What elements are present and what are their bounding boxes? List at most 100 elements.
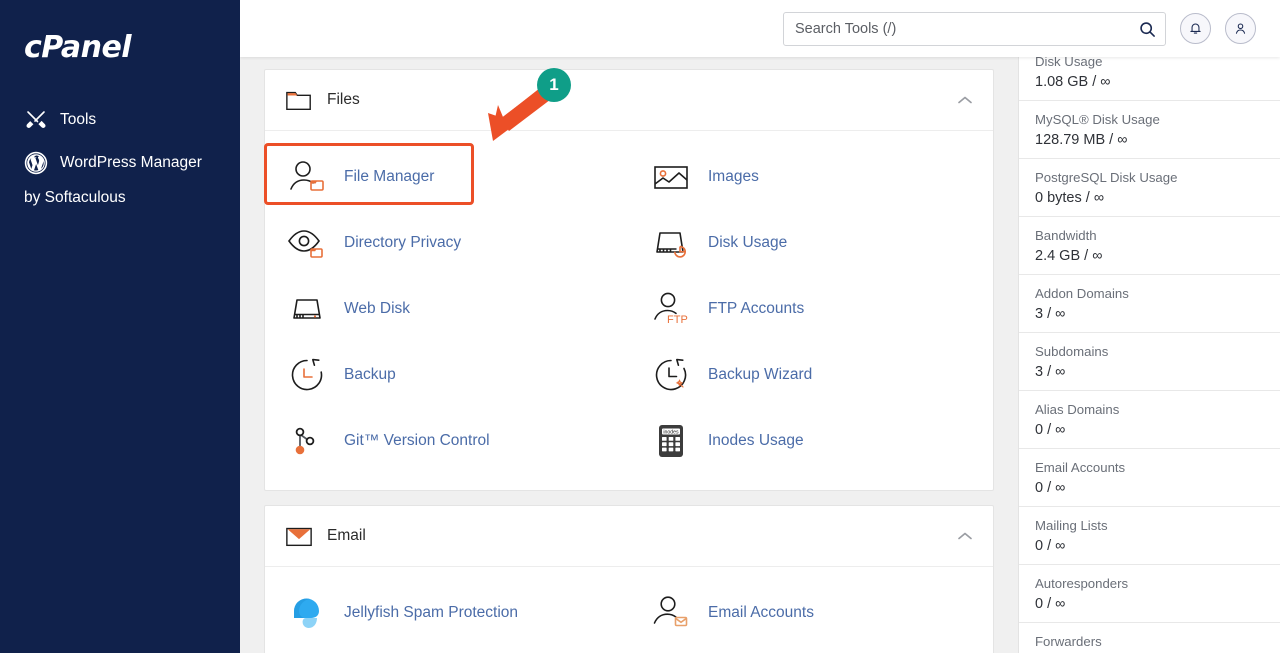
tool-ftp-accounts[interactable]: FTP FTP Accounts (629, 276, 993, 342)
stat-label: Autoresponders (1035, 576, 1264, 591)
tool-disk-usage-label: Disk Usage (708, 233, 787, 253)
svg-text:FTP: FTP (667, 314, 688, 326)
stat-row[interactable]: Disk Usage 1.08 GB / ∞ (1019, 57, 1280, 101)
top-bar (240, 0, 1280, 57)
jellyfish-icon (286, 592, 328, 634)
section-files-header[interactable]: Files (265, 70, 993, 130)
stat-row[interactable]: Subdomains 3 / ∞ (1019, 333, 1280, 391)
section-files-body: File Manager (265, 130, 993, 490)
search-box[interactable] (783, 12, 1166, 46)
stat-row[interactable]: PostgreSQL Disk Usage 0 bytes / ∞ (1019, 159, 1280, 217)
inodes-icon: inodes (650, 420, 692, 462)
section-email-body: Jellyfish Spam Protection (265, 566, 993, 653)
tool-directory-privacy[interactable]: Directory Privacy (265, 210, 629, 276)
stat-value: 0 / ∞ (1035, 422, 1264, 438)
sidebar-item-tools[interactable]: Tools (0, 98, 240, 141)
tool-web-disk-label: Web Disk (344, 299, 410, 319)
tool-backup[interactable]: Backup (265, 342, 629, 408)
stat-label: Mailing Lists (1035, 518, 1264, 533)
cpanel-logo[interactable]: cPanel (0, 14, 240, 74)
stat-label: Forwarders (1035, 634, 1264, 649)
tool-inodes-usage-label: Inodes Usage (708, 431, 804, 451)
tool-email-routing[interactable]: Email Routing (629, 646, 993, 653)
wordpress-icon (24, 151, 48, 175)
backup-icon (286, 354, 328, 396)
stat-value: 0 / ∞ (1035, 596, 1264, 612)
tool-backup-wizard[interactable]: Backup Wizard (629, 342, 993, 408)
stat-value: 0 / ∞ (1035, 538, 1264, 554)
stat-label: MySQL® Disk Usage (1035, 112, 1264, 127)
sidebar-item-wordpress-manager-sublabel: by Softaculous (24, 189, 126, 206)
tool-inodes-usage[interactable]: inodes (629, 408, 993, 474)
stat-label: Bandwidth (1035, 228, 1264, 243)
chevron-up-icon[interactable] (957, 528, 973, 538)
tool-images-label: Images (708, 167, 759, 187)
annotation-step-number: 1 (549, 75, 558, 95)
tool-email-accounts[interactable]: Email Accounts (629, 580, 993, 646)
content-scroll-area[interactable]: Files (240, 57, 1280, 653)
tool-disk-usage[interactable]: Disk Usage (629, 210, 993, 276)
sidebar-item-tools-label: Tools (60, 107, 96, 132)
tool-email-accounts-label: Email Accounts (708, 603, 814, 623)
stat-row[interactable]: MySQL® Disk Usage 128.79 MB / ∞ (1019, 101, 1280, 159)
folder-icon (285, 87, 313, 113)
main-region: Files (240, 0, 1280, 653)
stat-value: 1.08 GB / ∞ (1035, 74, 1264, 90)
images-icon (650, 156, 692, 198)
section-email-header[interactable]: Email (265, 506, 993, 566)
backup-wizard-icon (650, 354, 692, 396)
left-sidebar: cPanel Tools (0, 0, 240, 653)
stat-value: 0 / ∞ (1035, 480, 1264, 496)
sidebar-item-wordpress-manager[interactable]: WordPress Manager (0, 141, 240, 185)
tool-git-version-control-label: Git™ Version Control (344, 431, 490, 451)
notifications-button[interactable] (1180, 13, 1211, 44)
stat-row[interactable]: Email Accounts 0 / ∞ (1019, 449, 1280, 507)
stat-label: Email Accounts (1035, 460, 1264, 475)
stat-row[interactable]: Bandwidth 2.4 GB / ∞ (1019, 217, 1280, 275)
stats-sidebar[interactable]: Disk Usage 1.08 GB / ∞ MySQL® Disk Usage… (1018, 57, 1280, 653)
file-manager-icon (286, 156, 328, 198)
stat-value: 3 / ∞ (1035, 364, 1264, 380)
search-input[interactable] (784, 13, 1165, 45)
stat-row[interactable]: Forwarders (1019, 623, 1280, 653)
chevron-up-icon[interactable] (957, 92, 973, 102)
section-files-grid: File Manager (265, 144, 993, 474)
stat-row[interactable]: Autoresponders 0 / ∞ (1019, 565, 1280, 623)
account-button[interactable] (1225, 13, 1256, 44)
git-icon (286, 420, 328, 462)
section-files: Files (264, 69, 994, 491)
annotation-step-badge: 1 (537, 68, 571, 102)
tool-file-manager[interactable]: File Manager (265, 144, 629, 210)
tool-images[interactable]: Images (629, 144, 993, 210)
stat-row[interactable]: Mailing Lists 0 / ∞ (1019, 507, 1280, 565)
ftp-accounts-icon: FTP (650, 288, 692, 330)
sidebar-item-wordpress-manager-label: WordPress Manager (60, 150, 202, 176)
tool-git-version-control[interactable]: Git™ Version Control (265, 408, 629, 474)
tool-web-disk[interactable]: Web Disk (265, 276, 629, 342)
tool-forwarders[interactable]: Forwarders (265, 646, 629, 653)
stat-label: Alias Domains (1035, 402, 1264, 417)
stat-value: 3 / ∞ (1035, 306, 1264, 322)
tool-backup-label: Backup (344, 365, 396, 385)
stat-row[interactable]: Addon Domains 3 / ∞ (1019, 275, 1280, 333)
stat-label: Subdomains (1035, 344, 1264, 359)
tool-backup-wizard-label: Backup Wizard (708, 365, 812, 385)
tools-icon (24, 108, 48, 132)
search-icon[interactable] (1139, 21, 1156, 38)
svg-text:inodes: inodes (663, 429, 679, 435)
cpanel-logo-text: cPanel (24, 30, 131, 65)
stat-value: 2.4 GB / ∞ (1035, 248, 1264, 264)
tool-directory-privacy-label: Directory Privacy (344, 233, 461, 253)
section-email-grid: Jellyfish Spam Protection (265, 580, 993, 653)
stat-row[interactable]: Alias Domains 0 / ∞ (1019, 391, 1280, 449)
sidebar-nav: Tools WordPress Manager by Softaculous (0, 98, 240, 211)
web-disk-icon (286, 288, 328, 330)
stat-label: Disk Usage (1035, 57, 1264, 69)
directory-privacy-icon (286, 222, 328, 264)
stat-label: Addon Domains (1035, 286, 1264, 301)
cpanel-app: cPanel Tools (0, 0, 1280, 653)
disk-usage-icon (650, 222, 692, 264)
section-email: Email (264, 505, 994, 653)
stat-label: PostgreSQL Disk Usage (1035, 170, 1264, 185)
tool-jellyfish-spam-protection[interactable]: Jellyfish Spam Protection (265, 580, 629, 646)
